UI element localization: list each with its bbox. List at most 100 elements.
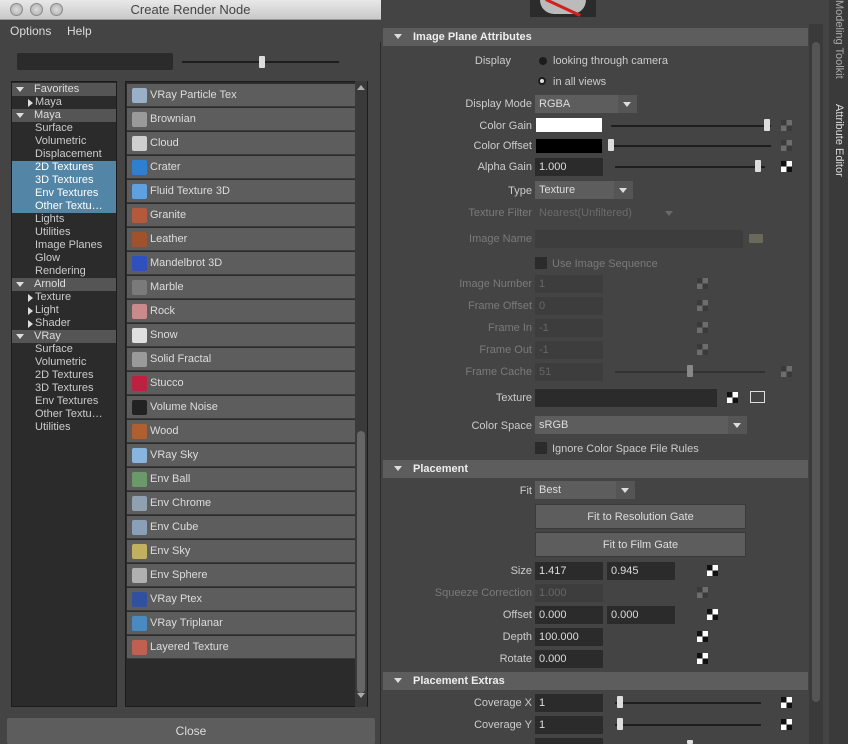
display-radio-all-views[interactable] — [538, 77, 546, 85]
collapsed-icon[interactable] — [28, 294, 33, 302]
node-list-item[interactable]: Snow — [127, 324, 356, 347]
tree-item[interactable]: Surface — [12, 122, 116, 135]
color-offset-swatch[interactable] — [536, 139, 602, 153]
scroll-up-icon[interactable] — [357, 85, 365, 90]
tree-item[interactable]: 3D Textures — [12, 382, 116, 395]
node-list-item[interactable]: Cloud — [127, 132, 356, 155]
depth-field[interactable]: 100.000 — [535, 628, 603, 646]
node-list-item[interactable]: VRay Sky — [127, 444, 356, 467]
image-plane-attributes-header[interactable]: Image Plane Attributes — [383, 28, 808, 46]
tree-item[interactable]: 2D Textures — [12, 161, 116, 174]
display-radio-camera[interactable] — [539, 57, 547, 65]
coverage-y-map-icon[interactable] — [781, 719, 792, 730]
tree-item[interactable]: 3D Textures — [12, 174, 116, 187]
menu-help[interactable]: Help — [67, 24, 92, 38]
type-dropdown[interactable]: Texture — [535, 181, 633, 199]
tree-item[interactable]: Volumetric — [12, 135, 116, 148]
use-image-sequence-checkbox[interactable] — [535, 257, 547, 269]
frame-cache-field[interactable]: 51 — [535, 363, 603, 381]
placement-extras-header[interactable]: Placement Extras — [383, 672, 808, 690]
icon-size-slider-handle[interactable] — [259, 56, 265, 68]
alpha-gain-field[interactable]: 1.000 — [535, 158, 603, 176]
next-slider-handle-partial[interactable] — [687, 740, 693, 744]
tree-item[interactable]: Lights — [12, 213, 116, 226]
tree-item[interactable]: Glow — [12, 252, 116, 265]
node-list-item[interactable]: Marble — [127, 276, 356, 299]
expanded-icon[interactable] — [16, 282, 24, 287]
expanded-icon[interactable] — [16, 334, 24, 339]
alpha-gain-map-icon[interactable] — [781, 161, 792, 172]
tree-item[interactable]: Image Planes — [12, 239, 116, 252]
tree-item[interactable]: Light — [12, 304, 116, 317]
node-list-item[interactable]: Env Sky — [127, 540, 356, 563]
alpha-gain-slider-handle[interactable] — [755, 160, 761, 172]
tab-attribute-editor[interactable]: Attribute Editor — [829, 104, 848, 194]
node-list-item[interactable]: VRay Particle Tex — [127, 84, 356, 107]
scroll-down-icon[interactable] — [357, 693, 365, 698]
size-y-field[interactable]: 0.945 — [607, 562, 675, 580]
node-list-item[interactable]: Env Sphere — [127, 564, 356, 587]
node-list-item[interactable]: Brownian — [127, 108, 356, 131]
color-offset-map-icon[interactable] — [781, 140, 792, 151]
node-list-item[interactable]: Volume Noise — [127, 396, 356, 419]
coverage-x-slider[interactable] — [615, 702, 761, 704]
scrollbar-thumb[interactable] — [812, 42, 820, 702]
frame-in-map-icon[interactable] — [697, 322, 708, 333]
coverage-x-slider-handle[interactable] — [617, 696, 623, 708]
frame-offset-map-icon[interactable] — [697, 300, 708, 311]
image-number-map-icon[interactable] — [697, 278, 708, 289]
node-list-item[interactable]: VRay Triplanar — [127, 612, 356, 635]
node-list-item[interactable]: Stucco — [127, 372, 356, 395]
image-name-field[interactable] — [535, 230, 743, 248]
node-list-item[interactable]: VRay Ptex — [127, 588, 356, 611]
tree-item[interactable]: 2D Textures — [12, 369, 116, 382]
folder-icon[interactable] — [749, 234, 763, 243]
frame-cache-slider-handle[interactable] — [687, 365, 693, 377]
frame-out-map-icon[interactable] — [697, 344, 708, 355]
rotate-map-icon[interactable] — [697, 653, 708, 664]
expanded-icon[interactable] — [16, 87, 24, 92]
expanded-icon[interactable] — [16, 113, 24, 118]
fit-to-film-gate-button[interactable]: Fit to Film Gate — [535, 532, 746, 557]
offset-map-icon[interactable] — [707, 609, 718, 620]
tree-item[interactable]: Other Textu… — [12, 408, 116, 421]
node-list-item[interactable]: Leather — [127, 228, 356, 251]
size-x-field[interactable]: 1.417 — [535, 562, 603, 580]
texture-field[interactable] — [535, 389, 717, 407]
close-button[interactable]: Close — [7, 718, 375, 744]
color-offset-slider-handle[interactable] — [608, 139, 614, 151]
node-list-item[interactable]: Mandelbrot 3D — [127, 252, 356, 275]
node-list-item[interactable]: Solid Fractal — [127, 348, 356, 371]
depth-map-icon[interactable] — [697, 631, 708, 642]
tree-item[interactable]: Volumetric — [12, 356, 116, 369]
coverage-x-map-icon[interactable] — [781, 697, 792, 708]
rotate-field[interactable]: 0.000 — [535, 650, 603, 668]
squeeze-correction-map-icon[interactable] — [697, 587, 708, 598]
tree-item[interactable]: Maya — [12, 96, 116, 109]
size-map-icon[interactable] — [707, 565, 718, 576]
node-list-scrollbar[interactable] — [355, 81, 367, 707]
ignore-color-space-checkbox[interactable] — [535, 442, 547, 454]
texture-map-icon[interactable] — [727, 392, 738, 403]
collapsed-icon[interactable] — [28, 320, 33, 328]
node-list-item[interactable]: Rock — [127, 300, 356, 323]
collapsed-icon[interactable] — [28, 307, 33, 315]
tree-item[interactable]: Utilities — [12, 421, 116, 434]
tree-item[interactable]: Maya — [12, 109, 116, 122]
next-field-partial[interactable] — [535, 738, 603, 744]
tree-item[interactable]: Utilities — [12, 226, 116, 239]
attribute-editor-scrollbar[interactable] — [809, 24, 823, 744]
squeeze-correction-field[interactable]: 1.000 — [535, 584, 603, 602]
tree-item[interactable]: Texture — [12, 291, 116, 304]
color-space-dropdown[interactable]: sRGB — [535, 416, 747, 434]
search-input[interactable] — [17, 53, 173, 70]
frame-cache-map-icon[interactable] — [781, 366, 792, 377]
node-list-item[interactable]: Env Chrome — [127, 492, 356, 515]
image-number-field[interactable]: 1 — [535, 275, 603, 293]
coverage-y-field[interactable]: 1 — [535, 716, 603, 734]
frame-offset-field[interactable]: 0 — [535, 297, 603, 315]
coverage-x-field[interactable]: 1 — [535, 694, 603, 712]
color-gain-slider[interactable] — [611, 125, 771, 127]
tree-item[interactable]: Arnold — [12, 278, 116, 291]
tree-item[interactable]: Shader — [12, 317, 116, 330]
